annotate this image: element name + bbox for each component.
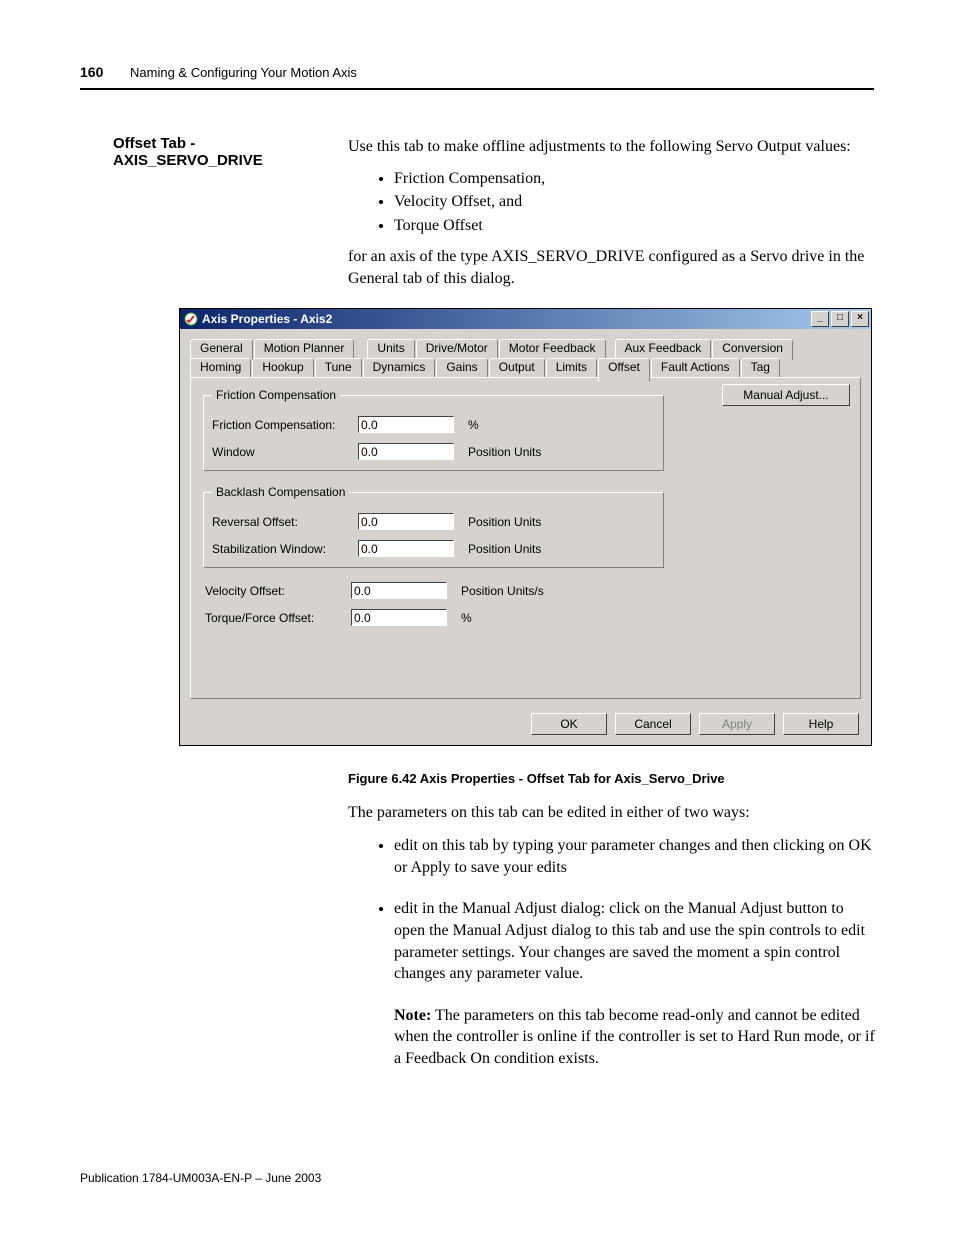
stabilization-window-label: Stabilization Window: xyxy=(212,542,358,556)
tab-units[interactable]: Units xyxy=(367,339,414,360)
ok-button[interactable]: OK xyxy=(531,713,607,735)
intro-text: Use this tab to make offline adjustments… xyxy=(348,136,878,158)
after-p1: The parameters on this tab can be edited… xyxy=(348,802,878,824)
bullet-item: Friction Compensation, xyxy=(394,168,878,190)
velocity-offset-input[interactable] xyxy=(351,582,447,599)
app-icon xyxy=(184,312,198,326)
window-label: Window xyxy=(212,445,358,459)
cancel-button[interactable]: Cancel xyxy=(615,713,691,735)
reversal-offset-label: Reversal Offset: xyxy=(212,515,358,529)
tab-strip: General Motion Planner Units Drive/Motor… xyxy=(190,339,861,379)
post-intro-text: for an axis of the type AXIS_SERVO_DRIVE… xyxy=(348,246,878,289)
section-title: Offset Tab - AXIS_SERVO_DRIVE xyxy=(113,135,343,169)
friction-comp-group: Friction Compensation Friction Compensat… xyxy=(203,388,664,471)
running-head: Naming & Configuring Your Motion Axis xyxy=(130,65,357,80)
dialog-title: Axis Properties - Axis2 xyxy=(202,312,332,326)
footer-publication: Publication 1784-UM003A-EN-P – June 2003 xyxy=(80,1171,321,1185)
velocity-offset-unit: Position Units/s xyxy=(451,584,544,598)
window-input[interactable] xyxy=(358,443,454,460)
torque-force-offset-unit: % xyxy=(451,611,472,625)
tab-output[interactable]: Output xyxy=(489,358,545,379)
stabilization-window-input[interactable] xyxy=(358,540,454,557)
figure-caption: Figure 6.42 Axis Properties - Offset Tab… xyxy=(348,770,878,788)
apply-button[interactable]: Apply xyxy=(699,713,775,735)
tab-conversion[interactable]: Conversion xyxy=(712,339,793,360)
window-unit: Position Units xyxy=(458,445,541,459)
close-button[interactable]: × xyxy=(851,311,869,327)
axis-properties-dialog: Axis Properties - Axis2 _ □ × General Mo… xyxy=(179,308,872,746)
tab-hookup[interactable]: Hookup xyxy=(252,358,313,379)
after-li2: edit in the Manual Adjust dialog: click … xyxy=(394,898,878,984)
header-rule xyxy=(80,88,874,90)
tab-limits[interactable]: Limits xyxy=(546,358,597,379)
friction-comp-legend: Friction Compensation xyxy=(212,388,340,402)
tab-fault-actions[interactable]: Fault Actions xyxy=(651,358,740,379)
window-controls: _ □ × xyxy=(811,311,869,327)
stabilization-window-unit: Position Units xyxy=(458,542,541,556)
tab-gains[interactable]: Gains xyxy=(436,358,487,379)
after-list: edit on this tab by typing your paramete… xyxy=(348,835,878,985)
note-body: The parameters on this tab become read-o… xyxy=(394,1007,875,1067)
friction-comp-input[interactable] xyxy=(358,416,454,433)
after-li1: edit on this tab by typing your paramete… xyxy=(394,835,878,878)
torque-force-offset-input[interactable] xyxy=(351,609,447,626)
bullet-item: Torque Offset xyxy=(394,215,878,237)
tab-motion-planner[interactable]: Motion Planner xyxy=(254,339,355,360)
friction-comp-unit: % xyxy=(458,418,479,432)
intro-bullets: Friction Compensation, Velocity Offset, … xyxy=(348,168,878,237)
tab-offset[interactable]: Offset xyxy=(598,358,650,382)
title-bar: Axis Properties - Axis2 _ □ × xyxy=(180,309,871,329)
manual-adjust-button[interactable]: Manual Adjust... xyxy=(722,384,850,406)
reversal-offset-unit: Position Units xyxy=(458,515,541,529)
backlash-comp-legend: Backlash Compensation xyxy=(212,485,349,499)
backlash-comp-group: Backlash Compensation Reversal Offset: P… xyxy=(203,485,664,568)
dialog-button-row: OK Cancel Apply Help xyxy=(531,713,859,735)
tab-general[interactable]: General xyxy=(190,339,253,360)
minimize-button[interactable]: _ xyxy=(811,311,829,327)
tab-aux-feedback[interactable]: Aux Feedback xyxy=(615,339,712,360)
bullet-item: Velocity Offset, and xyxy=(394,191,878,213)
tab-dynamics[interactable]: Dynamics xyxy=(363,358,436,379)
note-label: Note: xyxy=(394,1007,431,1024)
tab-tag[interactable]: Tag xyxy=(741,358,780,379)
help-button[interactable]: Help xyxy=(783,713,859,735)
friction-comp-label: Friction Compensation: xyxy=(212,418,358,432)
tab-tune[interactable]: Tune xyxy=(315,358,362,379)
tab-homing[interactable]: Homing xyxy=(190,358,251,379)
torque-force-offset-label: Torque/Force Offset: xyxy=(205,611,351,625)
tab-drive-motor[interactable]: Drive/Motor xyxy=(416,339,498,360)
note-paragraph: Note: The parameters on this tab become … xyxy=(394,1005,878,1070)
offset-tab-page: Manual Adjust... Friction Compensation F… xyxy=(190,377,861,699)
velocity-offset-label: Velocity Offset: xyxy=(205,584,351,598)
reversal-offset-input[interactable] xyxy=(358,513,454,530)
maximize-button[interactable]: □ xyxy=(831,311,849,327)
tab-motor-feedback[interactable]: Motor Feedback xyxy=(499,339,606,360)
page-number: 160 xyxy=(80,64,103,80)
